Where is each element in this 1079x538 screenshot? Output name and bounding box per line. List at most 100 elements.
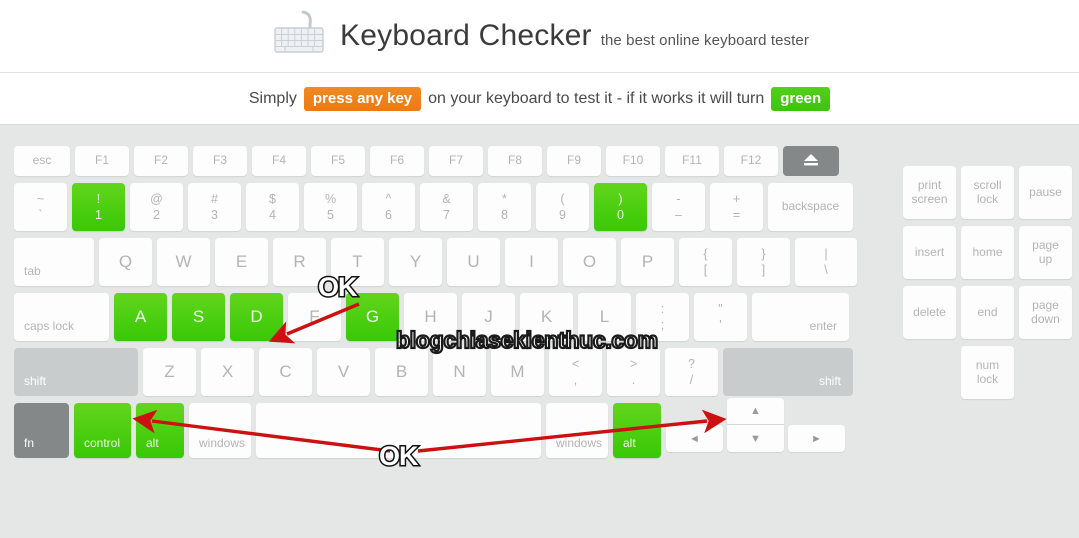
key-right-windows[interactable]: windows	[546, 403, 608, 458]
key-x[interactable]: X	[201, 348, 254, 396]
key-quote[interactable]: " '	[694, 293, 747, 341]
key-enter[interactable]: enter	[752, 293, 849, 341]
navigation-cluster: print screen scroll lock pause insert home…	[903, 166, 1077, 406]
key-right-shift[interactable]: shift	[723, 348, 853, 396]
key-arrow-up[interactable]: ▲	[727, 398, 784, 424]
brand-logo: Keyboard Checker the best online keyboar…	[270, 10, 809, 63]
key-f12[interactable]: F12	[724, 146, 778, 176]
key-2[interactable]: @2	[130, 183, 183, 231]
key-label-line1: print	[917, 177, 942, 192]
key-minus[interactable]: - –	[652, 183, 705, 231]
key-right-bracket[interactable]: }]	[737, 238, 790, 286]
key-label-top: ^	[385, 192, 392, 207]
key-pause[interactable]: pause	[1019, 166, 1072, 219]
key-comma[interactable]: <,	[549, 348, 602, 396]
key-label: F5	[330, 153, 345, 168]
page-tagline: the best online keyboard tester	[600, 32, 809, 49]
key-q[interactable]: Q	[99, 238, 152, 286]
nav-row-2: insert home page up	[903, 226, 1077, 286]
key-label-line1: home	[972, 244, 1003, 259]
key-v[interactable]: V	[317, 348, 370, 396]
key-8[interactable]: * 8	[478, 183, 531, 231]
key-page-down[interactable]: page down	[1019, 286, 1072, 339]
key-z[interactable]: Z	[143, 348, 196, 396]
key-control[interactable]: control	[74, 403, 131, 458]
key-f5[interactable]: F5	[311, 146, 365, 176]
key-left-alt[interactable]: alt	[136, 403, 184, 458]
key-scroll-lock[interactable]: scroll lock	[961, 166, 1014, 219]
key-m[interactable]: M	[491, 348, 544, 396]
key-caps-lock[interactable]: caps lock	[14, 293, 109, 341]
key-f2[interactable]: F2	[134, 146, 188, 176]
key-print-screen[interactable]: print screen	[903, 166, 956, 219]
key-equal[interactable]: + =	[710, 183, 763, 231]
key-label: F12	[740, 153, 762, 168]
arrow-up-icon: ▲	[750, 405, 761, 417]
key-label: windows	[199, 436, 246, 451]
key-tab[interactable]: tab	[14, 238, 94, 286]
key-p[interactable]: P	[621, 238, 674, 286]
instruction-middle: on your keyboard to test it - if it work…	[428, 89, 765, 107]
key-o[interactable]: O	[563, 238, 616, 286]
key-f1[interactable]: F1	[75, 146, 129, 176]
key-label: C	[279, 362, 292, 382]
key-arrow-right[interactable]: ►	[788, 425, 845, 452]
key-label-bottom: [	[703, 262, 708, 277]
key-f9[interactable]: F9	[547, 146, 601, 176]
key-slash[interactable]: ? /	[665, 348, 718, 396]
key-end[interactable]: end	[961, 286, 1014, 339]
key-d[interactable]: D	[230, 293, 283, 341]
key-f3[interactable]: F3	[193, 146, 247, 176]
key-u[interactable]: U	[447, 238, 500, 286]
key-f4[interactable]: F4	[252, 146, 306, 176]
key-arrow-down[interactable]: ▼	[727, 425, 784, 452]
key-delete[interactable]: delete	[903, 286, 956, 339]
key-label-top: :	[660, 302, 665, 317]
key-9[interactable]: (9	[536, 183, 589, 231]
key-n[interactable]: N	[433, 348, 486, 396]
key-period[interactable]: >.	[607, 348, 660, 396]
key-7[interactable]: & 7	[420, 183, 473, 231]
key-s[interactable]: S	[172, 293, 225, 341]
key-label: O	[582, 252, 597, 272]
key-1[interactable]: ! 1	[72, 183, 125, 231]
key-arrow-left[interactable]: ◄	[666, 425, 723, 452]
key-f10[interactable]: F10	[606, 146, 660, 176]
key-b[interactable]: B	[375, 348, 428, 396]
key-w[interactable]: W	[157, 238, 210, 286]
key-backspace[interactable]: backspace	[768, 183, 853, 231]
key-backtick[interactable]: ~ `	[14, 183, 67, 231]
key-f6[interactable]: F6	[370, 146, 424, 176]
key-backslash[interactable]: | \	[795, 238, 857, 286]
key-y[interactable]: Y	[389, 238, 442, 286]
key-5[interactable]: % 5	[304, 183, 357, 231]
key-0[interactable]: ) 0	[594, 183, 647, 231]
key-left-windows[interactable]: windows	[189, 403, 251, 458]
key-insert[interactable]: insert	[903, 226, 956, 279]
key-esc[interactable]: esc	[14, 146, 70, 176]
key-fn[interactable]: fn	[14, 403, 69, 458]
key-home[interactable]: home	[961, 226, 1014, 279]
key-label: Z	[164, 362, 175, 382]
key-left-bracket[interactable]: {[	[679, 238, 732, 286]
key-num-lock[interactable]: num lock	[961, 346, 1014, 399]
key-label-bottom: 6	[385, 207, 392, 222]
key-right-alt[interactable]: alt	[613, 403, 661, 458]
key-left-shift[interactable]: shift	[14, 348, 138, 396]
key-f8[interactable]: F8	[488, 146, 542, 176]
key-i[interactable]: I	[505, 238, 558, 286]
key-a[interactable]: A	[114, 293, 167, 341]
key-page-up[interactable]: page up	[1019, 226, 1072, 279]
key-label: Q	[118, 252, 133, 272]
key-f11[interactable]: F11	[665, 146, 719, 176]
key-3[interactable]: #3	[188, 183, 241, 231]
key-label: P	[641, 252, 654, 272]
key-4[interactable]: $4	[246, 183, 299, 231]
key-f7[interactable]: F7	[429, 146, 483, 176]
key-6[interactable]: ^ 6	[362, 183, 415, 231]
key-label: I	[529, 252, 534, 272]
key-label: U	[467, 252, 480, 272]
key-eject[interactable]	[783, 146, 839, 176]
key-e[interactable]: E	[215, 238, 268, 286]
key-c[interactable]: C	[259, 348, 312, 396]
